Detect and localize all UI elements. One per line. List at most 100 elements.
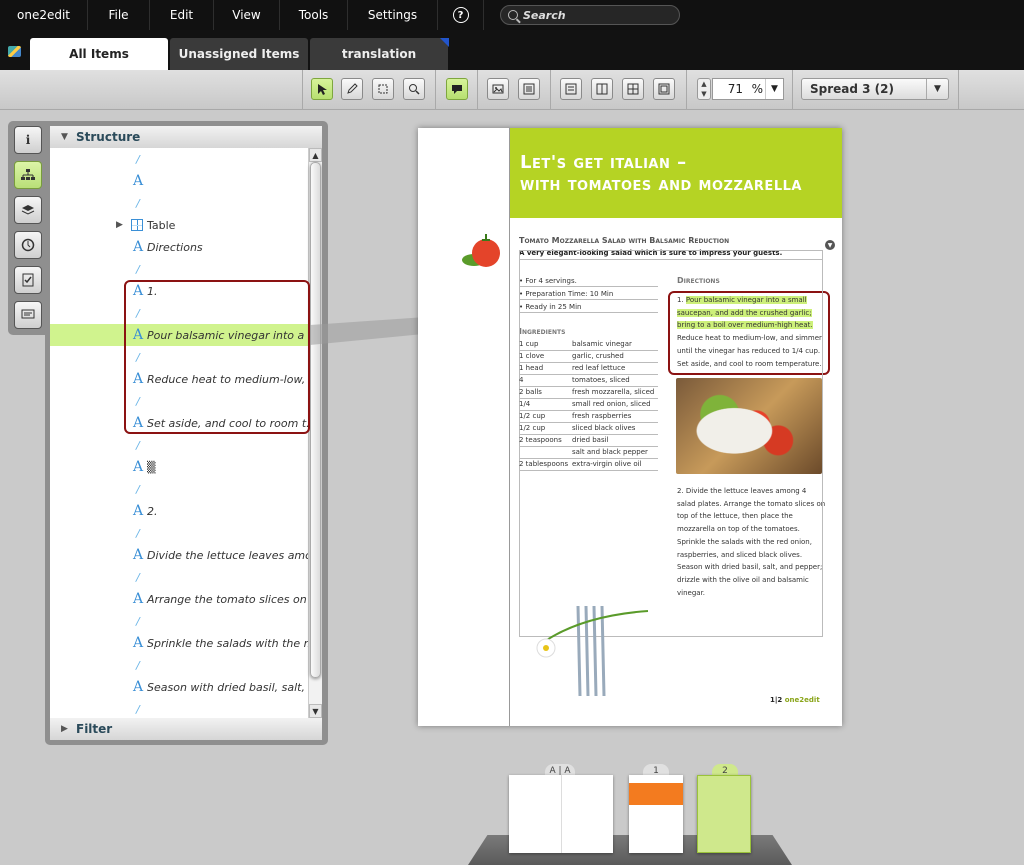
recipe-info-line[interactable]: • For 4 servings. bbox=[519, 277, 577, 285]
tree-row[interactable]: / bbox=[50, 258, 308, 280]
tab-all-items[interactable]: All Items bbox=[30, 38, 168, 70]
help-button[interactable]: ? bbox=[438, 0, 485, 30]
tomato-image[interactable] bbox=[462, 230, 500, 270]
thumbnail-master-spread[interactable] bbox=[509, 775, 613, 853]
menu-edit[interactable]: Edit bbox=[150, 0, 215, 30]
history-panel-button[interactable] bbox=[14, 231, 42, 259]
tree-row[interactable]: ▶ Table bbox=[50, 214, 308, 236]
tree-row[interactable]: / bbox=[50, 192, 308, 214]
tree-row[interactable]: / bbox=[50, 478, 308, 500]
tree-row[interactable]: / bbox=[50, 434, 308, 456]
ingredient-name[interactable]: dried basil bbox=[572, 436, 609, 444]
scroll-thumb[interactable] bbox=[310, 162, 321, 678]
directions-heading[interactable]: Directions bbox=[677, 276, 720, 285]
menu-settings[interactable]: Settings bbox=[348, 0, 439, 30]
ingredient-name[interactable]: garlic, crushed bbox=[572, 352, 624, 360]
menu-tools[interactable]: Tools bbox=[280, 0, 349, 30]
tree-row[interactable]: A Season with dried basil, salt, ... bbox=[50, 676, 319, 698]
ingredient-name[interactable]: sliced black olives bbox=[572, 424, 635, 432]
edit-tool-button[interactable] bbox=[341, 78, 363, 100]
grid-view-button[interactable] bbox=[622, 78, 644, 100]
search-box[interactable] bbox=[500, 5, 680, 25]
search-input[interactable] bbox=[523, 8, 663, 22]
ingredient-name[interactable]: fresh raspberries bbox=[572, 412, 631, 420]
ingredient-name[interactable]: fresh mozzarella, sliced bbox=[572, 388, 654, 396]
menu-view[interactable]: View bbox=[214, 0, 281, 30]
expand-triangle-icon[interactable]: ▶ bbox=[116, 220, 123, 230]
structure-header[interactable]: ▼ Structure bbox=[50, 126, 322, 148]
tab-translation[interactable]: translation bbox=[310, 38, 448, 70]
salad-photo[interactable] bbox=[676, 378, 822, 474]
frame-tool-button[interactable] bbox=[372, 78, 394, 100]
headline-line-2[interactable]: with tomatoes and mozzarella bbox=[520, 174, 842, 196]
ingredient-qty[interactable]: 1/4 bbox=[519, 400, 530, 408]
recipe-subtitle[interactable]: Tomato Mozzarella Salad with Balsamic Re… bbox=[519, 236, 729, 245]
fit-view-button[interactable] bbox=[653, 78, 675, 100]
text-view-button[interactable] bbox=[518, 78, 540, 100]
image-view-button[interactable] bbox=[487, 78, 509, 100]
ingredient-qty[interactable]: 2 tablespoons bbox=[519, 460, 568, 468]
thumbnail-spread-2[interactable] bbox=[697, 775, 751, 853]
ingredient-qty[interactable]: 1/2 cup bbox=[519, 412, 545, 420]
tree-scrollbar[interactable]: ▲ ▼ bbox=[308, 148, 322, 718]
tasks-panel-button[interactable] bbox=[14, 266, 42, 294]
thumbnail-spread-1[interactable] bbox=[629, 775, 683, 853]
fork-flower-image[interactable] bbox=[518, 586, 658, 706]
ingredient-name[interactable]: red leaf lettuce bbox=[572, 364, 625, 372]
tree-row[interactable]: A ▒ bbox=[50, 456, 308, 478]
structure-panel-button[interactable] bbox=[14, 161, 42, 189]
tree-row[interactable]: A bbox=[50, 170, 308, 192]
tree-row[interactable]: / bbox=[50, 610, 308, 632]
zoom-field[interactable]: 71 % ▼ bbox=[712, 78, 784, 100]
tree-row[interactable]: A 2. bbox=[50, 500, 308, 522]
select-tool-button[interactable] bbox=[311, 78, 333, 100]
layers-panel-button[interactable] bbox=[14, 196, 42, 224]
ingredient-qty[interactable]: 2 teaspoons bbox=[519, 436, 562, 444]
page-options-chevron-icon[interactable]: ▼ bbox=[825, 240, 835, 250]
app-icon[interactable] bbox=[8, 46, 21, 57]
tree-row[interactable]: A Sprinkle the salads with the r... bbox=[50, 632, 318, 654]
ingredient-name[interactable]: small red onion, sliced bbox=[572, 400, 651, 408]
ingredients-heading[interactable]: Ingredients bbox=[519, 327, 565, 336]
spread-view-button[interactable] bbox=[591, 78, 613, 100]
tree-row[interactable]: A Directions bbox=[50, 236, 308, 258]
spread-select[interactable]: Spread 3 (2) ▼ bbox=[801, 78, 949, 100]
comment-tool-button[interactable] bbox=[446, 78, 468, 100]
scroll-down-arrow-icon[interactable]: ▼ bbox=[309, 704, 322, 718]
chevron-down-icon[interactable]: ▼ bbox=[926, 79, 948, 99]
tree-row[interactable]: / bbox=[50, 522, 308, 544]
menu-file[interactable]: File bbox=[88, 0, 151, 30]
recipe-info-line[interactable]: • Ready in 25 Min bbox=[519, 303, 581, 311]
document-page[interactable]: Let's get italian – with tomatoes and mo… bbox=[418, 128, 842, 726]
zoom-value[interactable]: 71 bbox=[728, 82, 743, 96]
brand-menu[interactable]: one2edit bbox=[0, 0, 89, 30]
ingredient-name[interactable]: extra-virgin olive oil bbox=[572, 460, 642, 468]
chevron-down-icon[interactable]: ▼ bbox=[765, 79, 783, 99]
tab-unassigned-items[interactable]: Unassigned Items bbox=[170, 38, 308, 70]
tree-row[interactable]: A Arrange the tomato slices on ... bbox=[50, 588, 321, 610]
tree-row[interactable]: / bbox=[50, 654, 308, 676]
ingredient-qty[interactable]: 1 cup bbox=[519, 340, 538, 348]
recipe-info-line[interactable]: • Preparation Time: 10 Min bbox=[519, 290, 613, 298]
ingredient-qty[interactable]: 1/2 cup bbox=[519, 424, 545, 432]
ingredient-name[interactable]: salt and black pepper bbox=[572, 448, 648, 456]
single-page-button[interactable] bbox=[560, 78, 582, 100]
tree-row[interactable]: / bbox=[50, 698, 308, 718]
filter-header[interactable]: ▶ Filter bbox=[50, 718, 322, 740]
headline-banner[interactable]: Let's get italian – with tomatoes and mo… bbox=[510, 128, 842, 218]
ingredient-name[interactable]: balsamic vinegar bbox=[572, 340, 632, 348]
comments-panel-button[interactable] bbox=[14, 301, 42, 329]
ingredient-qty[interactable]: 1 head bbox=[519, 364, 543, 372]
scroll-up-arrow-icon[interactable]: ▲ bbox=[309, 148, 322, 162]
tree-row[interactable]: / bbox=[50, 148, 308, 170]
info-panel-button[interactable]: i bbox=[14, 126, 42, 154]
tree-row[interactable]: / bbox=[50, 566, 308, 588]
zoom-stepper[interactable]: ▲ ▼ bbox=[697, 78, 711, 100]
ingredient-qty[interactable]: 2 balls bbox=[519, 388, 542, 396]
ingredient-name[interactable]: tomatoes, sliced bbox=[572, 376, 630, 384]
tree-row[interactable]: A Divide the lettuce leaves amo... bbox=[50, 544, 322, 566]
headline-line-1[interactable]: Let's get italian – bbox=[520, 152, 842, 174]
ingredient-qty[interactable]: 4 bbox=[519, 376, 523, 384]
directions-step-2[interactable]: 2. Divide the lettuce leaves among 4 sal… bbox=[677, 485, 827, 599]
zoom-tool-button[interactable] bbox=[403, 78, 425, 100]
